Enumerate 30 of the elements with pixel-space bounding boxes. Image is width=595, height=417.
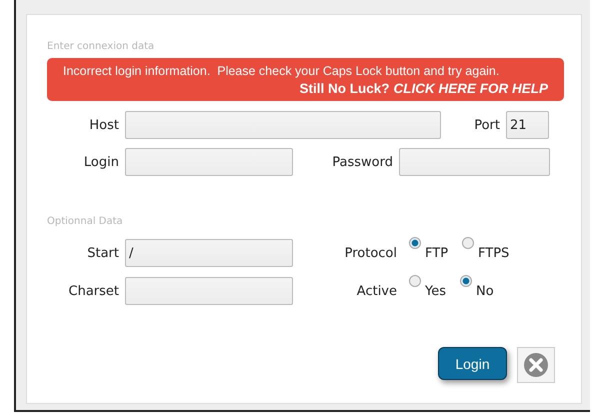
close-icon (523, 352, 549, 378)
radio-label: FTP (425, 246, 448, 260)
start-field[interactable]: / (125, 239, 293, 267)
radio-button[interactable] (460, 275, 472, 287)
radio-button[interactable] (462, 237, 474, 249)
login-label: Login (82, 154, 120, 170)
charset-field[interactable] (125, 277, 293, 305)
radio-button[interactable] (409, 275, 421, 287)
port-field[interactable]: 21 (506, 111, 549, 139)
radio-label: No (476, 284, 494, 298)
radio-label: FTPS (478, 246, 510, 260)
radio-label: Yes (425, 284, 446, 298)
password-field[interactable] (399, 148, 550, 176)
section-legend: Enter connexion data (47, 41, 561, 52)
help-link[interactable]: CLICK HERE FOR HELP (393, 80, 548, 97)
start-label: Start (86, 246, 120, 260)
password-label: Password (331, 154, 394, 170)
section-legend: Optionnal Data (47, 216, 561, 227)
protocol-label: Protocol (344, 246, 398, 260)
host-label: Host (88, 118, 120, 132)
charset-label: Charset (68, 284, 120, 298)
close-button[interactable] (517, 347, 555, 383)
login-field[interactable] (125, 148, 293, 176)
active-label: Active (356, 284, 398, 298)
port-label: Port (473, 118, 501, 132)
login-button[interactable]: Login (438, 347, 507, 380)
radio-button[interactable] (409, 237, 421, 249)
host-field[interactable] (125, 111, 441, 139)
error-message: Incorrect login information. Please check your Caps Lock button and try again. (63, 63, 500, 80)
help-prompt: Still No Luck? (299, 80, 390, 97)
